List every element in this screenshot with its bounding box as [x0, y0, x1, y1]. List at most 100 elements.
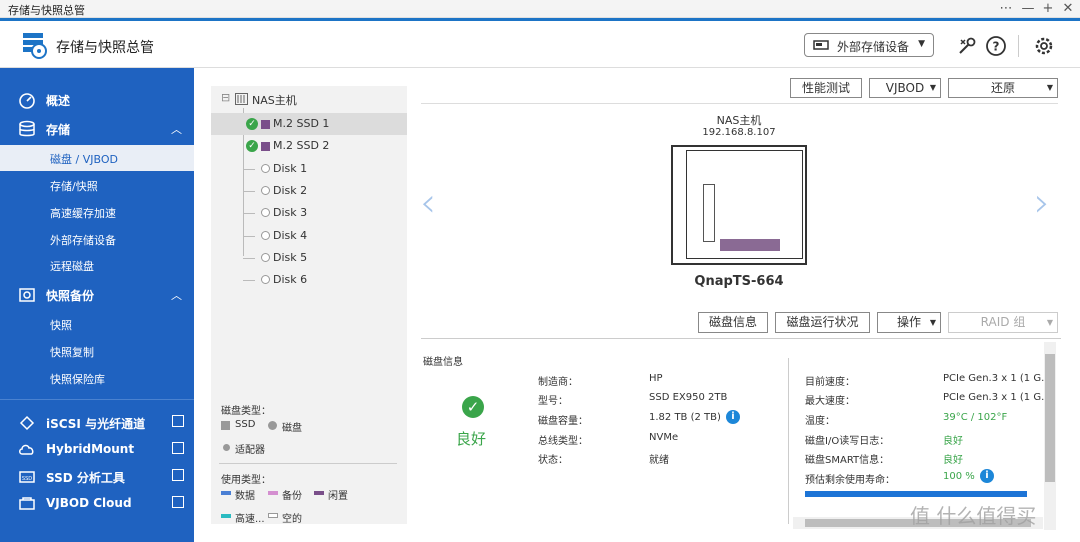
sidebar-item-snapshot-vault[interactable]: 快照保险库: [0, 365, 194, 391]
status-label: 状态：: [538, 455, 568, 466]
more-icon[interactable]: ⋯: [996, 0, 1016, 18]
sidebar-item-disks-vjbod[interactable]: 磁盘 / VJBOD: [0, 145, 194, 171]
tree-item-disk-3[interactable]: Disk 3: [211, 202, 407, 224]
tree-item-disk-4[interactable]: Disk 4: [211, 225, 407, 247]
nas-ssd-indicator: [720, 239, 780, 251]
sidebar-item-snapshot-replica[interactable]: 快照复制: [0, 338, 194, 364]
tree-item-label: Disk 5: [273, 251, 308, 264]
tree-item-m2-ssd-2[interactable]: ✓ M.2 SSD 2: [211, 135, 407, 157]
info-icon[interactable]: i: [726, 410, 740, 424]
tree-item-disk-1[interactable]: Disk 1: [211, 158, 407, 180]
window-title: 存储与快照总管: [8, 4, 85, 17]
legend-empty-label: 空的: [282, 514, 302, 525]
tree-item-disk-2[interactable]: Disk 2: [211, 180, 407, 202]
ssd-type-swatch: [261, 142, 270, 151]
health-status-text: 良好: [456, 430, 487, 448]
healthy-status-icon: ✓: [462, 396, 484, 418]
sidebar-link-vjbod-cloud[interactable]: VJBOD Cloud: [0, 491, 194, 517]
sidebar-item-storage-snapshots[interactable]: 存储/快照: [0, 172, 194, 198]
nas-host-name: NAS主机: [716, 114, 762, 127]
tree-connector: [243, 236, 255, 237]
prev-arrow-icon[interactable]: ‹: [420, 180, 436, 226]
action-dropdown[interactable]: 操作 ▼: [877, 312, 941, 333]
sidebar-link-hybridmount[interactable]: HybridMount: [0, 437, 194, 463]
current-speed-label: 目前速度：: [805, 377, 855, 388]
life-remaining-value: 100 %: [943, 471, 975, 482]
healthy-check-icon: ✓: [246, 140, 258, 152]
storage-app-icon: [23, 33, 47, 59]
toolbar-divider: [421, 103, 1058, 104]
empty-slot-icon: [261, 186, 270, 195]
empty-slot-icon: [261, 164, 270, 173]
disk-health-button[interactable]: 磁盘运行状况: [775, 312, 870, 333]
sidebar-item-remote-disk[interactable]: 远程磁盘: [0, 252, 194, 278]
manufacturer-value: HP: [649, 373, 663, 384]
sidebar-item-external-storage[interactable]: 外部存储设备: [0, 226, 194, 252]
chevron-down-icon: ▼: [1046, 318, 1053, 327]
sidebar-link-ssd-profiling[interactable]: SSD SSD 分析工具: [0, 464, 194, 490]
sidebar-item-snapshot[interactable]: 快照: [0, 311, 194, 337]
scroll-thumb[interactable]: [1045, 354, 1055, 482]
sidebar-item-label: 快照复制: [50, 346, 94, 359]
chevron-down-icon: ▼: [929, 83, 936, 92]
sidebar-item-cache-acceleration[interactable]: 高速缓存加速: [0, 199, 194, 225]
close-icon[interactable]: ✕: [1058, 0, 1078, 18]
disk-info-button[interactable]: 磁盘信息: [698, 312, 768, 333]
tree-item-disk-6[interactable]: Disk 6: [211, 269, 407, 291]
cloud-icon: [19, 444, 34, 455]
smart-info-value: 良好: [943, 455, 963, 466]
sidebar-item-label: 快照保险库: [50, 373, 105, 386]
external-link-icon: [172, 415, 184, 427]
help-icon[interactable]: ?: [985, 35, 1007, 57]
legend-usage-title: 使用类型：: [221, 475, 271, 486]
tree-connector: [243, 213, 255, 214]
svg-text:SSD: SSD: [22, 476, 32, 482]
maximize-icon[interactable]: +: [1038, 0, 1058, 18]
sidebar-item-overview[interactable]: 概述: [0, 87, 194, 113]
tree-item-label: Disk 4: [273, 229, 308, 242]
vjbod-dropdown[interactable]: VJBOD ▼: [869, 78, 941, 98]
empty-slot-icon: [261, 275, 270, 284]
info-icon[interactable]: i: [980, 469, 994, 483]
drive-icon: [813, 40, 829, 50]
sidebar-link-iscsi[interactable]: iSCSI 与光纤通道: [0, 410, 194, 436]
bus-type-value: NVMe: [649, 432, 679, 443]
legend-cache-label: 高速...: [235, 514, 265, 525]
sidebar-item-label: 外部存储设备: [50, 234, 116, 247]
tree-item-m2-ssd-1[interactable]: ✓ M.2 SSD 1: [211, 113, 407, 135]
info-vertical-scrollbar[interactable]: [1044, 342, 1056, 530]
next-arrow-icon[interactable]: ›: [1034, 180, 1050, 226]
max-speed-label: 最大速度：: [805, 396, 855, 407]
external-link-icon: [172, 469, 184, 481]
raid-group-dropdown[interactable]: RAID 组 ▼: [948, 312, 1058, 333]
sidebar-link-label: VJBOD Cloud: [46, 496, 132, 510]
bus-type-label: 总线类型：: [538, 436, 588, 447]
empty-slot-icon: [261, 208, 270, 217]
sidebar-item-label: 远程磁盘: [50, 260, 94, 273]
healthy-check-icon: ✓: [246, 118, 258, 130]
sidebar-link-label: HybridMount: [46, 442, 135, 456]
ssd-icon: SSD: [19, 471, 35, 483]
restore-dropdown[interactable]: 还原 ▼: [948, 78, 1058, 98]
tools-icon[interactable]: [956, 35, 978, 57]
disk-info-title: 磁盘信息: [423, 357, 463, 368]
sidebar-section-snapshot-backup[interactable]: 快照备份 ︿: [0, 282, 194, 308]
external-storage-button[interactable]: 外部存储设备 ▼: [804, 33, 934, 57]
model-value: SSD EX950 2TB: [649, 392, 728, 403]
sidebar-section-storage[interactable]: 存储 ︿: [0, 116, 194, 142]
nas-enclosure-image[interactable]: [671, 145, 807, 265]
tree-item-label: Disk 3: [273, 206, 308, 219]
current-speed-value: PCIe Gen.3 x 1 (1 G...: [943, 373, 1051, 384]
legend-divider: [219, 463, 397, 464]
tree-item-label: Disk 6: [273, 273, 308, 286]
minimize-icon[interactable]: —: [1018, 0, 1038, 18]
performance-test-button[interactable]: 性能测试: [790, 78, 862, 98]
ssd-swatch: [221, 421, 230, 430]
tree-item-label: M.2 SSD 1: [273, 117, 330, 130]
gear-icon[interactable]: [1033, 35, 1055, 57]
tree-root-nas[interactable]: ⊟ NAS主机: [211, 88, 407, 110]
max-speed-value: PCIe Gen.3 x 1 (1 G...: [943, 392, 1051, 403]
collapse-icon[interactable]: ⊟: [221, 91, 230, 104]
legend-ssd-label: SSD: [235, 419, 256, 430]
tree-item-disk-5[interactable]: Disk 5: [211, 247, 407, 269]
